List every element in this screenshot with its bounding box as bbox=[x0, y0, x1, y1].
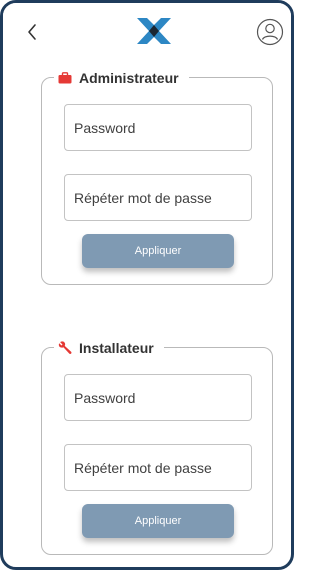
app-frame: Administrateur Password Répéter mot de p… bbox=[0, 0, 294, 570]
admin-section-header: Administrateur bbox=[54, 69, 189, 87]
admin-section: Administrateur Password Répéter mot de p… bbox=[41, 69, 273, 285]
briefcase-icon bbox=[58, 72, 72, 84]
installer-apply-button[interactable]: Appliquer bbox=[82, 504, 234, 538]
profile-button[interactable] bbox=[256, 18, 284, 46]
back-button[interactable] bbox=[21, 21, 43, 43]
installer-section-header: Installateur bbox=[54, 339, 164, 357]
installer-confirm-password-input[interactable]: Répéter mot de passe bbox=[64, 444, 252, 491]
user-profile-icon bbox=[256, 18, 284, 46]
admin-section-title: Administrateur bbox=[79, 70, 179, 86]
admin-password-input[interactable]: Password bbox=[64, 104, 252, 151]
header bbox=[3, 3, 291, 61]
brand-logo-icon bbox=[137, 18, 171, 44]
installer-section-title: Installateur bbox=[79, 340, 154, 356]
wrench-icon bbox=[58, 341, 72, 354]
admin-confirm-password-input[interactable]: Répéter mot de passe bbox=[64, 174, 252, 221]
installer-password-input[interactable]: Password bbox=[64, 374, 252, 421]
installer-section: Installateur Password Répéter mot de pas… bbox=[41, 339, 273, 555]
admin-apply-button[interactable]: Appliquer bbox=[82, 234, 234, 268]
chevron-left-icon bbox=[28, 24, 36, 40]
